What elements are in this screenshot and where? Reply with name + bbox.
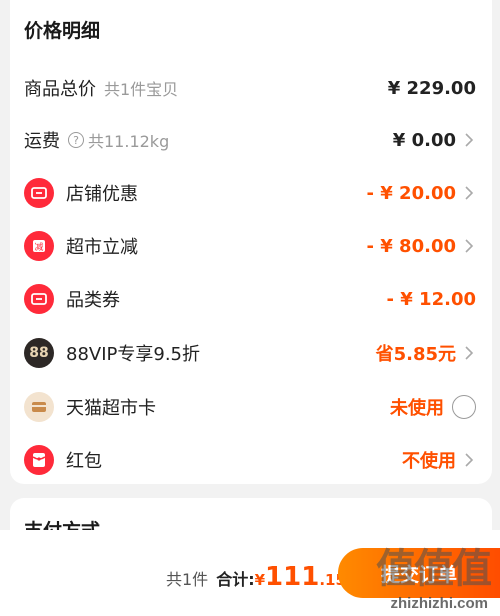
market-card-label: 天猫超市卡 bbox=[66, 398, 156, 419]
question-icon[interactable]: ? bbox=[68, 132, 84, 148]
red-packet-row[interactable]: 红包 不使用 bbox=[24, 440, 476, 480]
chevron-right-icon bbox=[465, 133, 474, 147]
vip-discount-row[interactable]: 88 88VIP专享9.5折 省5.85元 bbox=[24, 333, 476, 373]
watermark-logo: 值值值 bbox=[376, 546, 492, 592]
price-detail-card: 价格明细 商品总价 共1件宝贝 ¥ 229.00 运费 ? 共11.12kg ¥… bbox=[10, 0, 492, 484]
vip-discount-value: 省5.85元 bbox=[375, 344, 456, 365]
coupon-icon bbox=[24, 178, 54, 208]
shipping-value: ¥ 0.00 bbox=[392, 129, 456, 151]
red-packet-icon bbox=[24, 445, 54, 475]
vip-88-icon: 88 bbox=[24, 338, 54, 368]
market-discount-row[interactable]: 减 超市立减 - ¥ 80.00 bbox=[24, 226, 476, 266]
total-label: 合计: bbox=[216, 570, 255, 589]
item-count: 共1件 bbox=[166, 570, 209, 589]
total-currency: ¥ bbox=[254, 571, 266, 589]
store-discount-value: - ¥ 20.00 bbox=[366, 182, 456, 204]
chevron-right-icon bbox=[465, 239, 474, 253]
shipping-label: 运费 bbox=[24, 131, 60, 152]
price-detail-title: 价格明细 bbox=[24, 20, 101, 42]
watermark-url: zhizhizhi.com bbox=[390, 595, 489, 612]
goods-total-label: 商品总价 bbox=[24, 79, 96, 100]
coupon-icon bbox=[24, 284, 54, 314]
chevron-right-icon bbox=[465, 186, 474, 200]
market-discount-value: - ¥ 80.00 bbox=[366, 235, 456, 257]
svg-text:减: 减 bbox=[34, 241, 43, 253]
card-icon bbox=[24, 392, 54, 422]
market-card-row[interactable]: 天猫超市卡 未使用 bbox=[24, 387, 476, 427]
order-total: 共1件 合计: ¥ 111 .15 bbox=[166, 562, 346, 592]
red-packet-status: 不使用 bbox=[402, 451, 456, 472]
goods-total-value: ¥ 229.00 bbox=[387, 77, 476, 99]
vip-discount-label: 88VIP专享9.5折 bbox=[66, 344, 201, 365]
chevron-right-icon bbox=[465, 346, 474, 360]
market-card-status: 未使用 bbox=[390, 398, 444, 419]
total-integer: 111 bbox=[265, 562, 320, 592]
category-coupon-value: - ¥ 12.00 bbox=[386, 288, 476, 310]
chevron-right-icon bbox=[465, 453, 474, 467]
category-coupon-label: 品类券 bbox=[66, 290, 120, 311]
shipping-weight: 共11.12kg bbox=[88, 132, 170, 151]
shipping-row[interactable]: 运费 ? 共11.12kg ¥ 0.00 bbox=[24, 120, 476, 160]
goods-total-row: 商品总价 共1件宝贝 ¥ 229.00 bbox=[24, 68, 476, 108]
market-discount-label: 超市立减 bbox=[66, 237, 138, 258]
market-card-radio[interactable] bbox=[452, 395, 476, 419]
store-discount-label: 店铺优惠 bbox=[66, 184, 138, 205]
store-discount-row[interactable]: 店铺优惠 - ¥ 20.00 bbox=[24, 173, 476, 213]
instant-discount-icon: 减 bbox=[24, 231, 54, 261]
goods-count-note: 共1件宝贝 bbox=[104, 80, 179, 99]
checkout-bar: 共1件 合计: ¥ 111 .15 提交订单 值值值 zhizhizhi.com bbox=[0, 530, 500, 616]
red-packet-label: 红包 bbox=[66, 451, 102, 472]
category-coupon-row[interactable]: 品类券 - ¥ 12.00 bbox=[24, 279, 476, 319]
